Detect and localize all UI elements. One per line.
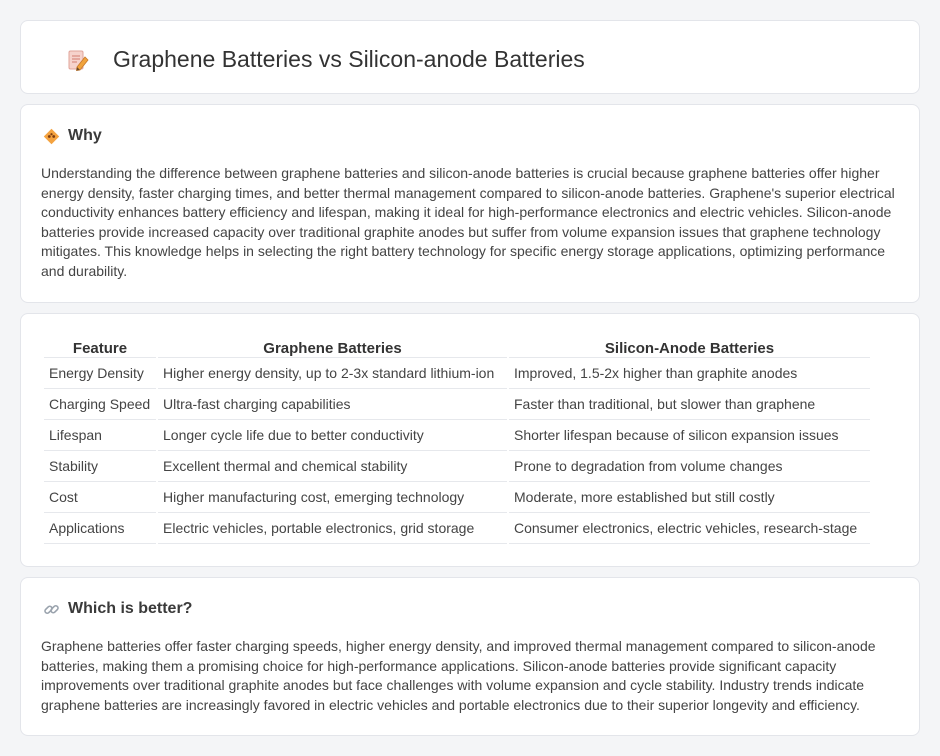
why-section: Why Understanding the difference between… (20, 104, 920, 303)
column-header-graphene: Graphene Batteries (158, 336, 507, 358)
better-title: Which is better? (68, 600, 193, 617)
feature-cell: Charging Speed (44, 389, 156, 420)
column-header-feature: Feature (44, 336, 156, 358)
silicon-cell: Improved, 1.5-2x higher than graphite an… (509, 358, 870, 389)
feature-cell: Stability (44, 451, 156, 482)
why-title: Why (68, 127, 102, 144)
feature-cell: Applications (44, 513, 156, 544)
document-pencil-icon (67, 48, 89, 72)
silicon-cell: Faster than traditional, but slower than… (509, 389, 870, 420)
graphene-cell: Higher manufacturing cost, emerging tech… (158, 482, 507, 513)
graphene-cell: Higher energy density, up to 2-3x standa… (158, 358, 507, 389)
table-header-row: Feature Graphene Batteries Silicon-Anode… (44, 336, 870, 358)
comparison-section: Feature Graphene Batteries Silicon-Anode… (20, 313, 920, 567)
link-icon (43, 601, 60, 618)
silicon-cell: Moderate, more established but still cos… (509, 482, 870, 513)
comparison-table: Feature Graphene Batteries Silicon-Anode… (42, 336, 872, 544)
silicon-cell: Consumer electronics, electric vehicles,… (509, 513, 870, 544)
better-paragraph: Graphene batteries offer faster charging… (41, 638, 876, 713)
silicon-cell: Shorter lifespan because of silicon expa… (509, 420, 870, 451)
table-row: Lifespan Longer cycle life due to better… (44, 420, 870, 451)
why-heading: Why (43, 126, 102, 146)
table-row: Applications Electric vehicles, portable… (44, 513, 870, 544)
table-row: Cost Higher manufacturing cost, emerging… (44, 482, 870, 513)
sparkle-diamond-icon (43, 128, 60, 145)
table-row: Charging Speed Ultra-fast charging capab… (44, 389, 870, 420)
feature-cell: Lifespan (44, 420, 156, 451)
page-title: Graphene Batteries vs Silicon-anode Batt… (113, 46, 585, 72)
why-paragraph: Understanding the difference between gra… (41, 165, 895, 279)
better-heading: Which is better? (43, 599, 192, 619)
header-card: Graphene Batteries vs Silicon-anode Batt… (20, 20, 920, 94)
table-row: Energy Density Higher energy density, up… (44, 358, 870, 389)
feature-cell: Energy Density (44, 358, 156, 389)
feature-cell: Cost (44, 482, 156, 513)
which-is-better-section: Which is better? Graphene batteries offe… (20, 577, 920, 736)
silicon-cell: Prone to degradation from volume changes (509, 451, 870, 482)
column-header-silicon: Silicon-Anode Batteries (509, 336, 870, 358)
graphene-cell: Longer cycle life due to better conducti… (158, 420, 507, 451)
graphene-cell: Electric vehicles, portable electronics,… (158, 513, 507, 544)
table-row: Stability Excellent thermal and chemical… (44, 451, 870, 482)
graphene-cell: Ultra-fast charging capabilities (158, 389, 507, 420)
graphene-cell: Excellent thermal and chemical stability (158, 451, 507, 482)
